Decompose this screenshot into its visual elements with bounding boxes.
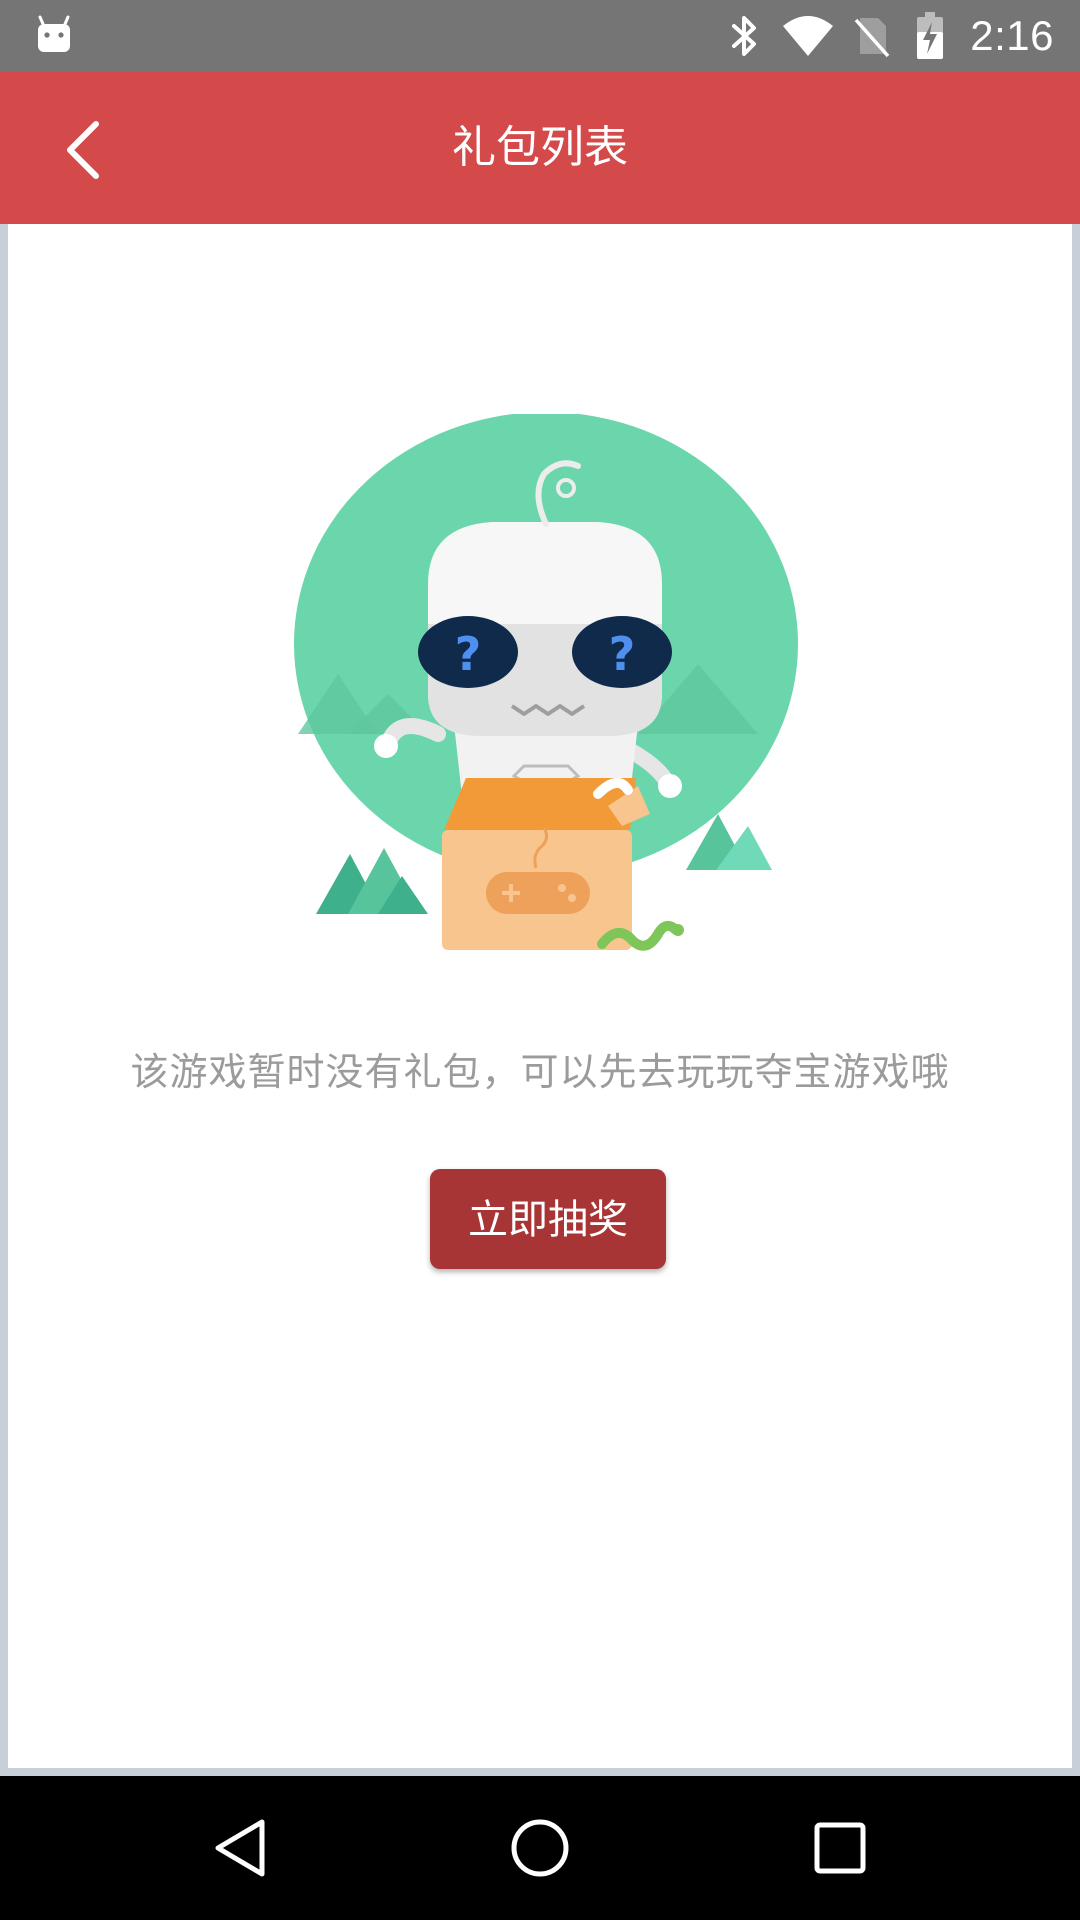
- svg-text:?: ?: [609, 627, 636, 681]
- recents-square-icon: [814, 1822, 866, 1874]
- content-area: ? ? 该游戏暂时没有礼包，可以先去玩玩夺宝游戏哦 立即抽奖: [0, 224, 1080, 1776]
- robot-in-box-illustration: ? ?: [294, 414, 798, 951]
- page-title: 礼包列表: [452, 122, 628, 173]
- battery-charging-icon: [908, 12, 952, 59]
- empty-state-message: 该游戏暂时没有礼包，可以先去玩玩夺宝游戏哦: [130, 1050, 950, 1094]
- wifi-icon: [780, 14, 836, 58]
- status-icons: 2:16: [722, 0, 1080, 72]
- app-bar: 礼包列表: [0, 72, 1080, 224]
- home-circle-icon: [511, 1819, 569, 1877]
- no-sim-icon: [850, 14, 894, 58]
- nav-home-button[interactable]: [500, 1808, 580, 1888]
- svg-text:?: ?: [455, 627, 482, 681]
- navigation-bar: [0, 1776, 1080, 1920]
- status-clock: 2:16: [970, 12, 1054, 59]
- status-bar: 2:16: [0, 0, 1080, 72]
- back-triangle-icon: [215, 1819, 265, 1877]
- draw-now-button[interactable]: 立即抽奖: [430, 1169, 666, 1269]
- nav-back-button[interactable]: [200, 1808, 280, 1888]
- nav-recents-button[interactable]: [800, 1808, 880, 1888]
- screen: 2:16 礼包列表 ? ? 该游戏暂时没有礼包，可以先去玩玩夺宝游戏哦 立即抽奖: [0, 0, 1080, 1920]
- android-icon: [38, 15, 70, 52]
- bluetooth-icon: [722, 14, 766, 58]
